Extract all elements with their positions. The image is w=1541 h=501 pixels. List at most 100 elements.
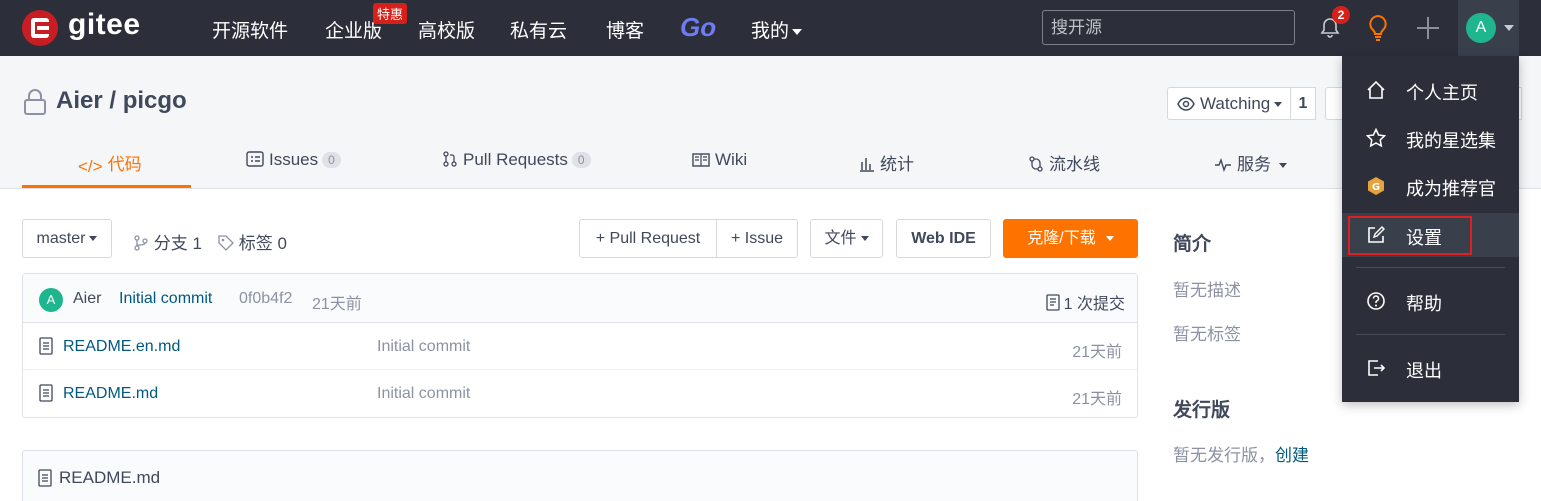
file-name-link[interactable]: README.md bbox=[63, 385, 158, 403]
watch-button[interactable]: Watching bbox=[1167, 87, 1291, 120]
file-name-link[interactable]: README.en.md bbox=[63, 338, 180, 356]
chevron-down-icon bbox=[1279, 163, 1287, 169]
tab-code[interactable]: </> 代码 bbox=[78, 150, 142, 177]
tab-label: 统计 bbox=[880, 155, 914, 174]
menu-item-settings[interactable]: 设置 bbox=[1342, 213, 1519, 257]
nav-mine-label: 我的 bbox=[751, 21, 790, 42]
menu-item-label: 我的星选集 bbox=[1406, 131, 1496, 151]
pipeline-icon bbox=[1029, 156, 1043, 172]
chevron-down-icon bbox=[1105, 236, 1114, 242]
top-navbar: gitee 开源软件 企业版 特惠 高校版 私有云 博客 Go 我的 2 A bbox=[0, 0, 1541, 56]
tab-issues[interactable]: Issues 0 bbox=[246, 150, 341, 170]
nav-education[interactable]: 高校版 bbox=[418, 16, 475, 43]
table-row[interactable]: README.md Initial commit 21天前 bbox=[23, 370, 1137, 417]
new-issue-button[interactable]: + Issue bbox=[716, 219, 798, 258]
menu-item-label: 成为推荐官 bbox=[1406, 179, 1496, 199]
release-heading: 发行版 bbox=[1173, 400, 1231, 421]
readme-title: README.md bbox=[59, 468, 161, 487]
file-icon bbox=[39, 337, 53, 355]
tag-icon bbox=[218, 235, 234, 251]
user-menu-toggle[interactable]: A bbox=[1458, 0, 1519, 56]
chevron-down-icon bbox=[1274, 102, 1283, 108]
tab-pull-requests[interactable]: Pull Requests 0 bbox=[442, 150, 591, 170]
menu-item-help[interactable]: 帮助 bbox=[1342, 279, 1519, 323]
commit-author[interactable]: Aier bbox=[73, 290, 101, 308]
wiki-icon bbox=[692, 153, 710, 167]
menu-divider bbox=[1356, 334, 1505, 335]
clone-download-label: 克隆/下载 bbox=[1027, 230, 1096, 247]
commit-count-link[interactable]: 1 次提交 bbox=[1045, 290, 1125, 314]
commit-hash[interactable]: 0f0b4f2 bbox=[239, 290, 292, 308]
menu-item-profile[interactable]: 个人主页 bbox=[1342, 68, 1519, 112]
commit-message[interactable]: Initial commit bbox=[119, 290, 212, 308]
active-tab-indicator bbox=[22, 185, 191, 188]
file-updated-time: 21天前 bbox=[1072, 391, 1122, 408]
menu-item-recommender[interactable]: G 成为推荐官 bbox=[1342, 164, 1519, 208]
table-row[interactable]: README.en.md Initial commit 21天前 bbox=[23, 323, 1137, 370]
tab-label: Pull Requests bbox=[463, 150, 568, 169]
chevron-down-icon bbox=[89, 236, 98, 242]
help-icon bbox=[1367, 292, 1385, 310]
nav-mine[interactable]: 我的 bbox=[751, 16, 803, 43]
web-ide-button[interactable]: Web IDE bbox=[896, 219, 991, 258]
create-release-link[interactable]: 创建 bbox=[1275, 446, 1309, 465]
eye-icon bbox=[1177, 97, 1195, 111]
nav-blog[interactable]: 博客 bbox=[606, 16, 644, 43]
tab-label: 代码 bbox=[107, 155, 142, 174]
tab-count-badge: 0 bbox=[322, 152, 341, 168]
search-input[interactable] bbox=[1042, 10, 1295, 45]
menu-item-logout[interactable]: 退出 bbox=[1342, 346, 1519, 390]
gitee-logo-icon[interactable] bbox=[22, 10, 58, 46]
new-pull-request-button[interactable]: + Pull Request bbox=[579, 219, 717, 258]
tag-count-label: 标签 0 bbox=[238, 234, 287, 253]
nav-go[interactable]: Go bbox=[680, 12, 716, 43]
tab-service[interactable]: 服务 bbox=[1214, 150, 1287, 175]
menu-divider bbox=[1356, 267, 1505, 268]
nav-open-source[interactable]: 开源软件 bbox=[212, 16, 288, 43]
branch-icon bbox=[134, 235, 148, 251]
watch-count[interactable]: 1 bbox=[1290, 87, 1316, 120]
home-icon bbox=[1367, 80, 1385, 99]
clone-download-button[interactable]: 克隆/下载 bbox=[1003, 219, 1138, 258]
nav-private-cloud[interactable]: 私有云 bbox=[510, 16, 567, 43]
code-icon: </> bbox=[78, 157, 103, 176]
branch-count-link[interactable]: 分支 1 bbox=[133, 229, 202, 254]
tag-count-link[interactable]: 标签 0 bbox=[218, 229, 287, 254]
tab-label: Wiki bbox=[715, 150, 748, 169]
chevron-down-icon bbox=[860, 236, 869, 242]
repo-header: Aier / picgo Watching 1 </> 代码 Issues 0 Pu… bbox=[0, 56, 1541, 189]
tab-label: 流水线 bbox=[1049, 155, 1100, 174]
chevron-down-icon bbox=[792, 28, 803, 35]
intro-heading: 简介 bbox=[1173, 234, 1212, 255]
special-offer-badge: 特惠 bbox=[373, 3, 408, 24]
tab-count-badge: 0 bbox=[571, 152, 591, 168]
no-tags-text: 暂无标签 bbox=[1173, 325, 1241, 344]
avatar[interactable]: A bbox=[39, 288, 63, 312]
tab-label: 服务 bbox=[1237, 155, 1271, 174]
service-icon bbox=[1215, 158, 1231, 172]
menu-item-starred[interactable]: 我的星选集 bbox=[1342, 116, 1519, 160]
menu-item-label: 设置 bbox=[1406, 228, 1442, 248]
branch-select[interactable]: master bbox=[22, 219, 112, 258]
lightbulb-icon[interactable] bbox=[1366, 14, 1390, 42]
issues-icon bbox=[246, 151, 264, 167]
file-commit-message[interactable]: Initial commit bbox=[377, 385, 470, 403]
branch-select-label: master bbox=[36, 230, 86, 247]
commits-icon bbox=[1045, 294, 1060, 311]
file-commit-message[interactable]: Initial commit bbox=[377, 338, 470, 356]
lock-icon bbox=[24, 89, 46, 115]
file-list: A Aier Initial commit 0f0b4f2 21天前 1 次提交… bbox=[22, 273, 1138, 418]
recommender-badge-icon: G bbox=[1368, 177, 1384, 195]
branch-count-label: 分支 1 bbox=[153, 234, 202, 253]
file-icon bbox=[39, 384, 53, 402]
commit-time: 21天前 bbox=[312, 296, 362, 313]
tab-label: Issues bbox=[269, 150, 319, 169]
plus-icon[interactable] bbox=[1414, 14, 1442, 42]
gitee-logo-text[interactable]: gitee bbox=[68, 8, 141, 42]
tab-stats[interactable]: 统计 bbox=[859, 150, 914, 175]
repo-title[interactable]: Aier / picgo bbox=[56, 87, 187, 115]
tab-pipeline[interactable]: 流水线 bbox=[1028, 150, 1100, 175]
file-menu-button[interactable]: 文件 bbox=[810, 219, 883, 258]
tab-wiki[interactable]: Wiki bbox=[692, 150, 747, 170]
watch-label: Watching bbox=[1200, 94, 1271, 113]
